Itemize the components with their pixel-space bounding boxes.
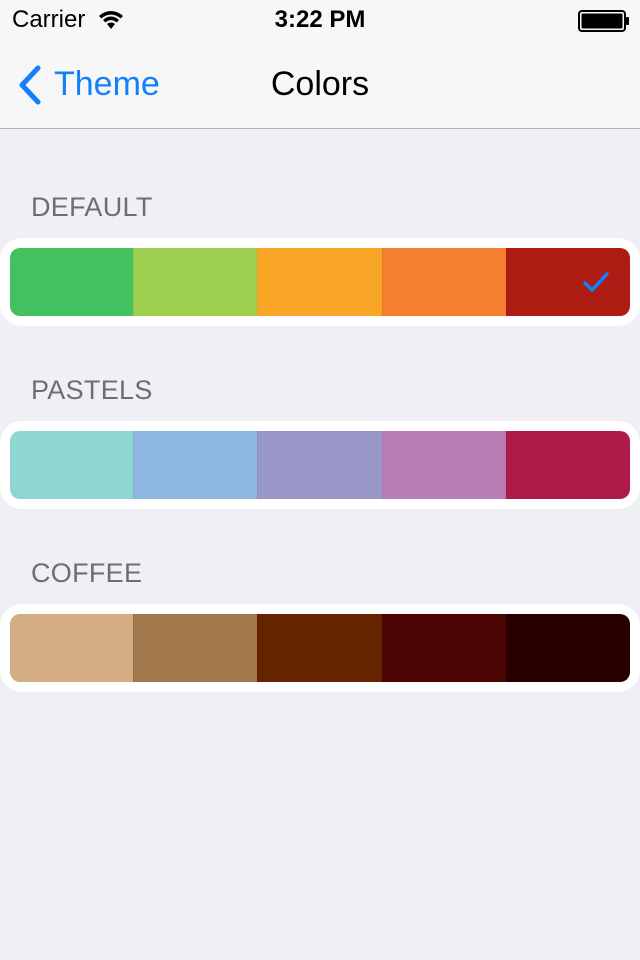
palette-swatches — [10, 614, 630, 682]
section-header-default: DEFAULT — [31, 192, 153, 222]
color-swatch — [381, 431, 506, 499]
checkmark-icon — [583, 272, 609, 292]
color-swatch — [133, 614, 258, 682]
back-button[interactable]: Theme — [0, 40, 200, 128]
color-swatch — [505, 614, 630, 682]
chevron-left-icon — [19, 65, 41, 105]
back-button-label: Theme — [54, 65, 160, 103]
color-swatch — [10, 614, 134, 682]
color-swatch — [381, 614, 506, 682]
color-swatch — [505, 248, 630, 316]
color-swatch — [257, 248, 382, 316]
palette-swatches — [10, 431, 630, 499]
color-swatch — [133, 248, 258, 316]
status-time: 3:22 PM — [274, 6, 366, 33]
color-swatch — [257, 431, 382, 499]
palette-option-pastels[interactable] — [0, 421, 640, 509]
section-header-coffee: COFFEE — [31, 558, 143, 588]
palette-swatches — [10, 248, 630, 316]
navigation-bar: Theme Colors — [0, 40, 640, 129]
color-swatch — [10, 248, 134, 316]
color-swatch — [381, 248, 506, 316]
section-header-pastels: PASTELS — [31, 375, 153, 405]
status-bar: Carrier 3:22 PM — [0, 0, 640, 40]
color-swatch — [10, 431, 134, 499]
battery-icon — [578, 10, 629, 32]
color-swatch — [257, 614, 382, 682]
color-swatch — [505, 431, 630, 499]
palette-option-coffee[interactable] — [0, 604, 640, 692]
color-swatch — [133, 431, 258, 499]
palette-option-default[interactable] — [0, 238, 640, 326]
